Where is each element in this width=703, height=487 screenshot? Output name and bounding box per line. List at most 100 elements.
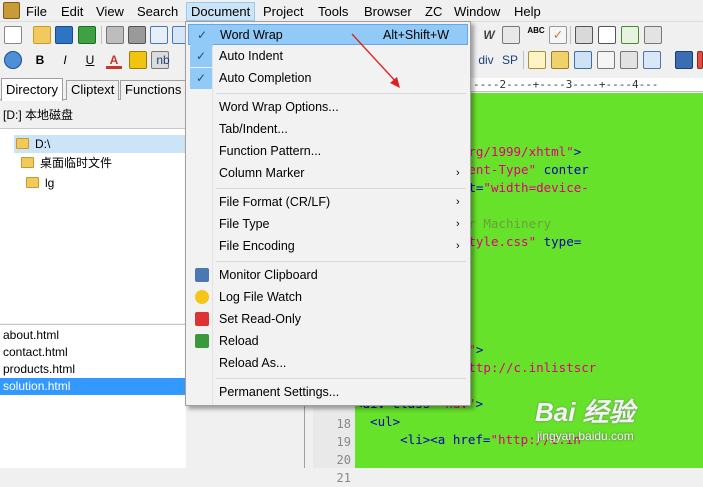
div-button[interactable]: div xyxy=(474,51,498,69)
highlight-icon[interactable] xyxy=(129,51,147,69)
view-panel-icon[interactable] xyxy=(575,26,593,44)
tile-icon[interactable] xyxy=(644,26,662,44)
browser-globe-icon[interactable] xyxy=(4,51,22,69)
menu-item-file-type[interactable]: File Type › xyxy=(188,214,468,235)
abc-spell-button[interactable]: ABC xyxy=(525,26,547,44)
menu-item-word-wrap-options[interactable]: Word Wrap Options... xyxy=(188,97,468,118)
menu-item-permanent-settings[interactable]: Permanent Settings... xyxy=(188,382,468,403)
menu-item-label: Auto Completion xyxy=(219,71,312,85)
menu-item-label: Auto Indent xyxy=(219,49,283,63)
menu-search[interactable]: Search xyxy=(133,3,182,20)
menu-item-label: Function Pattern... xyxy=(219,144,322,158)
menu-item-label: File Type xyxy=(219,217,270,231)
toolbar-separator xyxy=(523,51,524,69)
file-item[interactable]: about.html xyxy=(0,327,186,344)
menu-item-log-file-watch[interactable]: Log File Watch xyxy=(188,287,468,308)
menu-browser[interactable]: Browser xyxy=(360,3,416,20)
line-number: 20 xyxy=(336,453,351,467)
file-list: about.html contact.html products.html so… xyxy=(0,324,186,468)
menu-item-label: Word Wrap xyxy=(220,28,283,42)
list-icon[interactable] xyxy=(502,26,520,44)
code-token: > xyxy=(475,396,483,411)
file-item[interactable]: products.html xyxy=(0,361,186,378)
print-icon[interactable] xyxy=(128,26,146,44)
tree-item-label: lg xyxy=(45,176,55,190)
menu-item-label: Reload xyxy=(219,334,259,348)
watermark-url: jingyan.baidu.com xyxy=(537,429,634,443)
view-doc-icon[interactable] xyxy=(598,26,616,44)
menu-item-label: Monitor Clipboard xyxy=(219,268,318,282)
menu-bar: File Edit View Search Document Project Tools Br… xyxy=(0,0,703,22)
menu-item-file-format-cr-lf[interactable]: File Format (CR/LF) › xyxy=(188,192,468,213)
form-icon[interactable] xyxy=(643,51,661,69)
code-token: <li><a href= xyxy=(355,432,491,447)
tree-item-label: 桌面临时文件 xyxy=(40,156,113,170)
font-color-button[interactable]: A xyxy=(106,51,122,69)
menu-item-monitor-clipboard[interactable]: Monitor Clipboard xyxy=(188,265,468,286)
menu-item-file-encoding[interactable]: File Encoding › xyxy=(188,236,468,257)
menu-item-reload[interactable]: Reload xyxy=(188,331,468,352)
menu-item-label: Column Marker xyxy=(219,166,305,180)
file-item[interactable]: contact.html xyxy=(0,344,186,361)
span-button[interactable]: SP xyxy=(500,51,520,69)
edit-note-icon[interactable] xyxy=(528,51,546,69)
menu-item-reload-as[interactable]: Reload As... xyxy=(188,353,468,374)
menu-item-function-pattern[interactable]: Function Pattern... xyxy=(188,141,468,162)
side-panel: Directory Cliptext Functions [D:] 本地磁盘 D… xyxy=(0,78,187,468)
menu-item-auto-completion[interactable]: ✓ Auto Completion xyxy=(188,68,468,89)
menu-file[interactable]: File xyxy=(22,3,51,20)
chevron-right-icon: › xyxy=(456,167,460,179)
watermark-logo: Bai 经验 xyxy=(535,397,635,427)
tree-item-drive[interactable]: D:\ xyxy=(14,135,186,153)
more-icon[interactable] xyxy=(697,51,703,69)
menu-separator xyxy=(216,378,466,379)
tab-functions[interactable]: Functions xyxy=(120,80,187,100)
tab-cliptext[interactable]: Cliptext xyxy=(66,80,120,100)
app-icon[interactable] xyxy=(3,2,20,19)
image-icon[interactable] xyxy=(675,51,693,69)
menu-project[interactable]: Project xyxy=(259,3,307,20)
table-icon[interactable] xyxy=(620,51,638,69)
menu-edit[interactable]: Edit xyxy=(57,3,87,20)
drive-selector[interactable]: [D:] 本地磁盘 xyxy=(0,105,186,125)
save-icon[interactable] xyxy=(55,26,73,44)
code-token: conter xyxy=(536,162,589,177)
italic-button[interactable]: I xyxy=(58,51,72,69)
tab-directory[interactable]: Directory xyxy=(1,78,64,101)
code-token: type= xyxy=(536,234,582,249)
new-file-icon[interactable] xyxy=(4,26,22,44)
menu-item-set-read-only[interactable]: Set Read-Only xyxy=(188,309,468,330)
open-folder-icon[interactable] xyxy=(33,26,51,44)
wordwrap-button[interactable]: W xyxy=(480,26,498,44)
file-item-selected[interactable]: solution.html xyxy=(0,378,186,395)
checkmark-icon[interactable]: ✓ xyxy=(549,26,567,44)
spellcheck-icon[interactable] xyxy=(150,26,168,44)
menu-zc[interactable]: ZC xyxy=(421,3,446,20)
menu-separator xyxy=(216,188,466,189)
menu-item-word-wrap[interactable]: ✓ Word Wrap Alt+Shift+W xyxy=(188,24,468,46)
tree-item-folder[interactable]: lg xyxy=(24,174,54,192)
lightbulb-icon xyxy=(195,290,209,304)
menu-item-column-marker[interactable]: Column Marker › xyxy=(188,163,468,184)
print-preview-icon[interactable] xyxy=(106,26,124,44)
menu-view[interactable]: View xyxy=(92,3,128,20)
menu-help[interactable]: Help xyxy=(510,3,545,20)
menu-document[interactable]: Document xyxy=(186,2,256,21)
script-icon[interactable] xyxy=(574,51,592,69)
chevron-right-icon: › xyxy=(456,218,460,230)
template-icon[interactable] xyxy=(597,51,615,69)
checkmark-icon: ✓ xyxy=(190,46,212,67)
bold-button[interactable]: B xyxy=(33,51,47,69)
menu-tools[interactable]: Tools xyxy=(314,3,352,20)
menu-item-tab-indent[interactable]: Tab/Indent... xyxy=(188,119,468,140)
menu-item-auto-indent[interactable]: ✓ Auto Indent xyxy=(188,46,468,67)
underline-button[interactable]: U xyxy=(83,51,97,69)
tree-item-label: D:\ xyxy=(35,137,51,151)
pencil-icon[interactable] xyxy=(551,51,569,69)
tree-item-folder[interactable]: 桌面临时文件 xyxy=(19,154,112,172)
window-icon[interactable] xyxy=(621,26,639,44)
menu-shortcut: Alt+Shift+W xyxy=(383,28,449,42)
nbsp-button[interactable]: nb xyxy=(152,51,174,69)
menu-window[interactable]: Window xyxy=(450,3,504,20)
save-all-icon[interactable] xyxy=(78,26,96,44)
